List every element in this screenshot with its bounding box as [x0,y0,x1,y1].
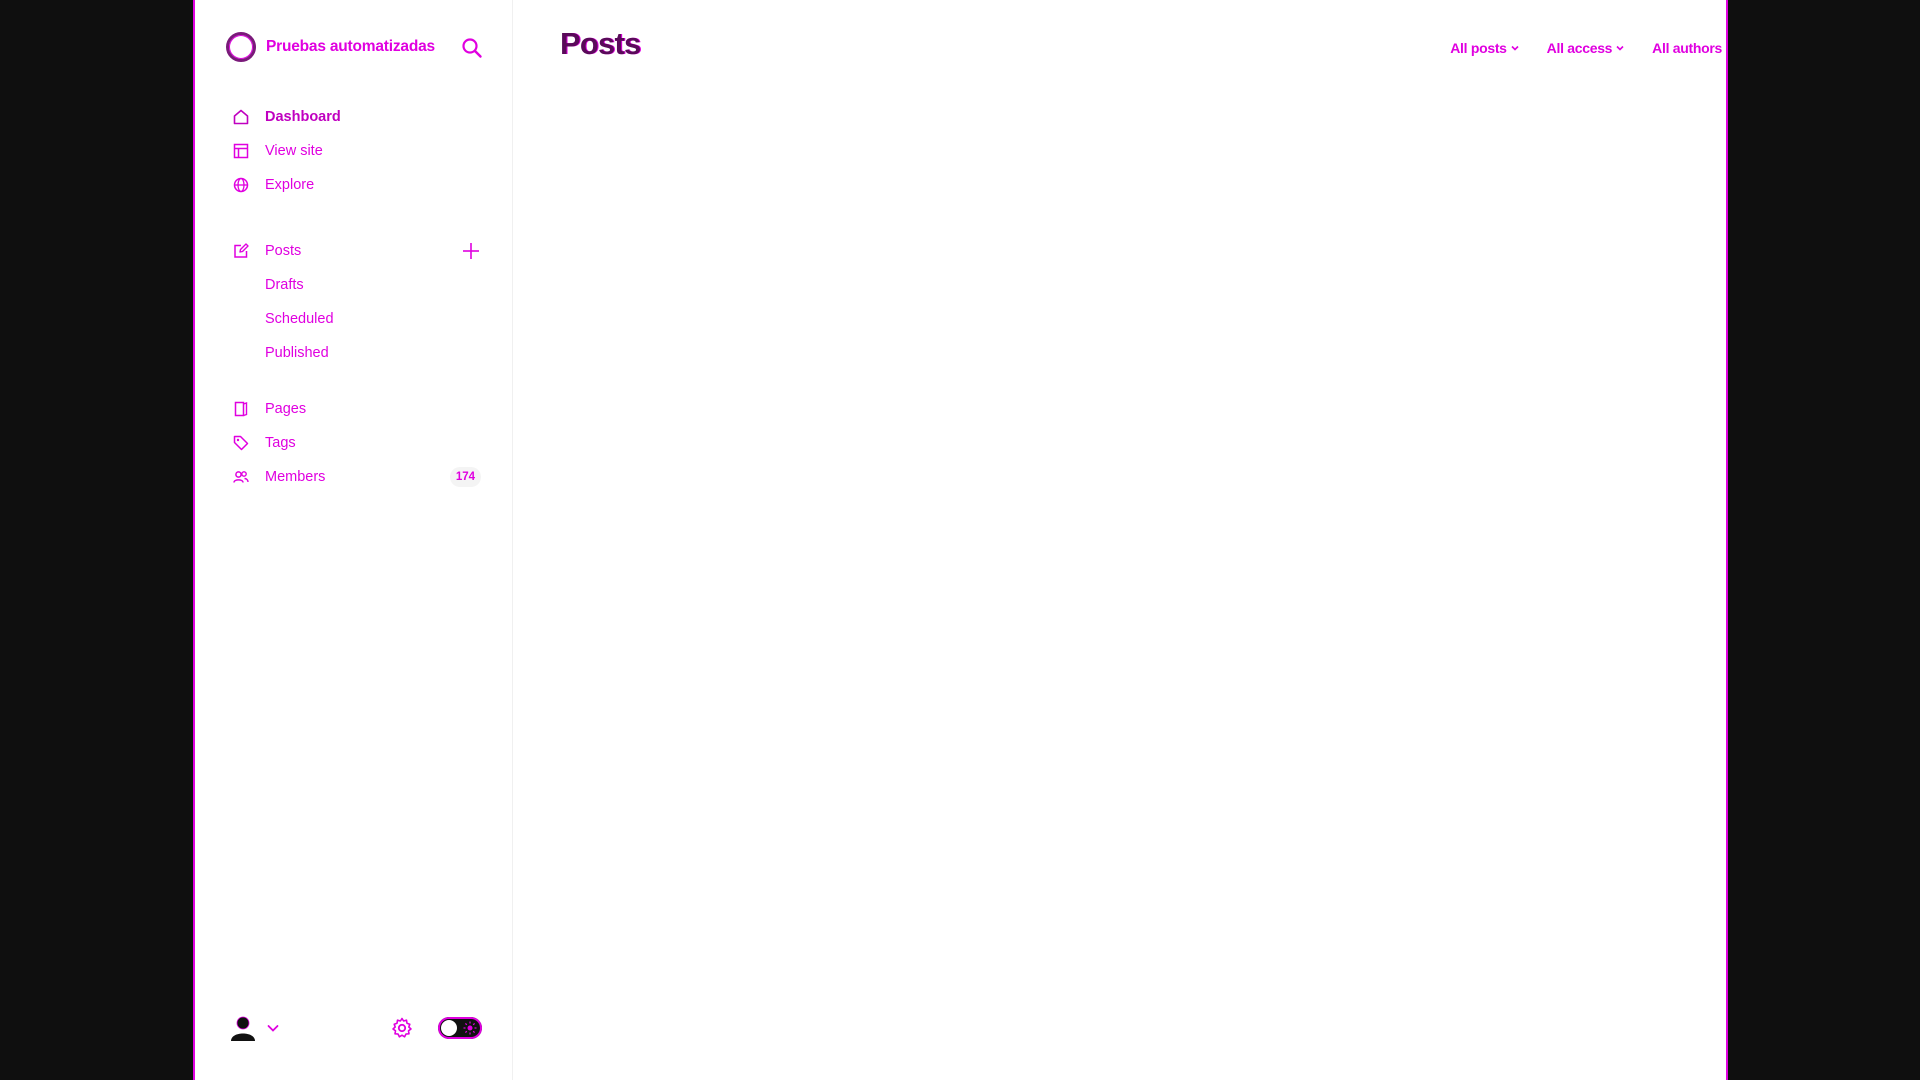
sidebar-footer [228,1012,482,1044]
page-title: Posts [560,26,641,61]
nav-item-published[interactable]: Published [231,336,481,370]
sidebar: Pruebas automatizadas Dashboard View sit… [195,0,513,1080]
chevron-down-icon [1511,45,1519,51]
nav-item-posts[interactable]: Posts [231,234,481,268]
nav-item-label: Posts [265,243,302,259]
main-nav: Dashboard View site Explore Posts Drafts… [231,100,481,494]
nav-item-tags[interactable]: Tags [231,426,481,460]
nav-item-label: Scheduled [265,311,334,327]
brand[interactable]: Pruebas automatizadas [226,32,435,62]
chevron-down-icon [1616,45,1624,51]
filter-all-authors[interactable]: All authors [1652,40,1722,56]
main-content: Posts All posts All access All authors [513,0,1726,1080]
filter-all-posts[interactable]: All posts [1450,40,1519,56]
user-menu[interactable] [228,1013,280,1043]
gear-icon[interactable] [390,1016,414,1040]
filter-label: All posts [1450,40,1507,56]
page-icon [231,399,251,419]
brand-logo [226,32,256,62]
filter-label: All authors [1652,40,1722,56]
plus-icon[interactable] [461,241,481,261]
edit-icon [231,241,251,261]
nav-item-explore[interactable]: Explore [231,168,481,202]
members-icon [231,467,251,487]
nav-item-label: Dashboard [265,109,341,125]
home-icon [231,107,251,127]
toggle-knob [441,1020,457,1036]
nav-item-label: Published [265,345,329,361]
theme-toggle[interactable] [438,1017,482,1039]
user-avatar-icon [231,1016,255,1041]
globe-icon [231,175,251,195]
tag-icon [231,433,251,453]
nav-item-label: View site [265,143,323,159]
nav-item-pages[interactable]: Pages [231,392,481,426]
chevron-down-icon [267,1025,279,1032]
nav-item-label: Tags [265,435,296,451]
nav-item-scheduled[interactable]: Scheduled [231,302,481,336]
post-filters: All posts All access All authors [1450,40,1722,56]
filter-all-access[interactable]: All access [1547,40,1625,56]
search-icon[interactable] [460,36,484,60]
nav-item-view-site[interactable]: View site [231,134,481,168]
nav-item-drafts[interactable]: Drafts [231,268,481,302]
nav-item-label: Drafts [265,277,304,293]
nav-item-label: Members [265,469,326,485]
members-count-badge: 174 [449,467,481,487]
filter-label: All access [1546,40,1613,56]
app-window: Pruebas automatizadas Dashboard View sit… [193,0,1728,1080]
brand-name: Pruebas automatizadas [266,38,435,55]
layout-icon [231,141,251,161]
nav-item-members[interactable]: Members 174 [231,460,481,494]
sun-icon [463,1021,477,1035]
nav-item-label: Pages [265,401,307,417]
nav-item-dashboard[interactable]: Dashboard [231,100,481,134]
nav-item-label: Explore [265,177,315,193]
